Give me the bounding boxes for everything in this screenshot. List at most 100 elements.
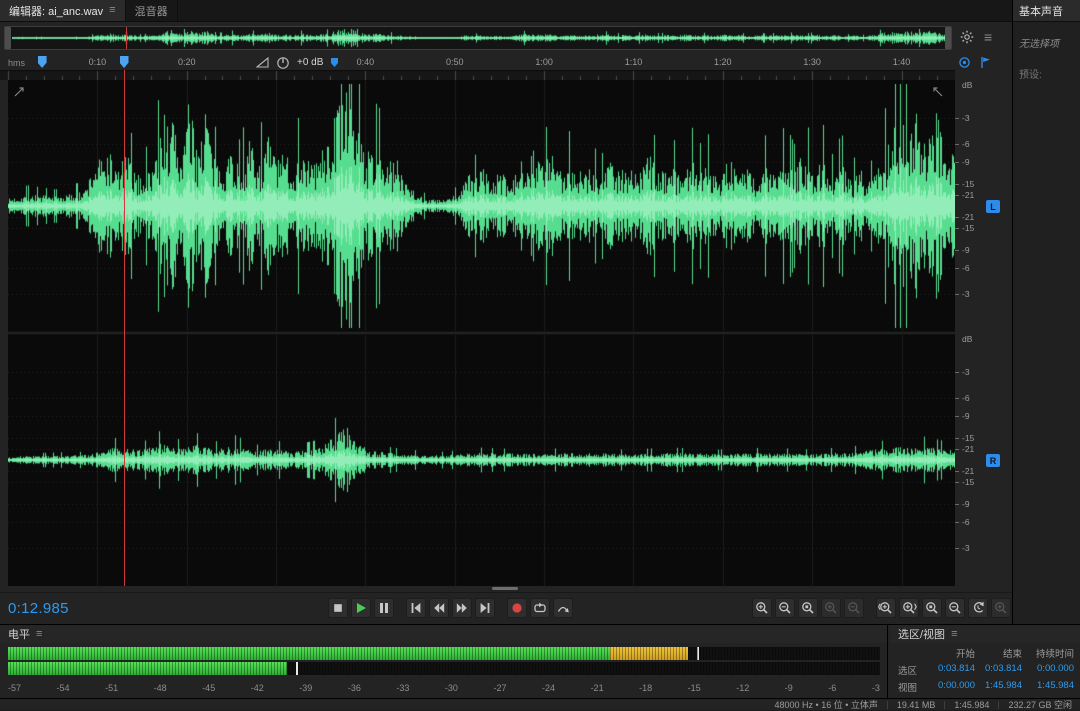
stop-button[interactable] <box>328 598 348 618</box>
overview-row: ≡ <box>0 22 1012 54</box>
meter-scale-label: -21 <box>591 683 604 693</box>
fade-icon[interactable] <box>256 57 269 68</box>
restore-default-zoom-button[interactable] <box>968 598 988 618</box>
waveform-editor[interactable]: dB-3-3-6-6-9-9-15-15-21-21LdB-3-3-6-6-9-… <box>0 80 1012 592</box>
fast-forward-button[interactable] <box>452 598 472 618</box>
tab-essential-sound[interactable]: 基本声音 <box>1013 0 1080 22</box>
zoom-out-icon <box>777 600 793 616</box>
meter-scale-label: -48 <box>154 683 167 693</box>
zoom-to-selection-time-button[interactable] <box>922 598 942 618</box>
fast-forward-icon <box>454 600 470 616</box>
panel-menu-icon[interactable]: ≡ <box>36 629 42 640</box>
status-free-space: 232.27 GB 空闲 <box>1008 698 1072 711</box>
loop-button[interactable] <box>530 598 550 618</box>
ruler-tick-label: 0:50 <box>446 57 464 67</box>
playhead-line <box>124 70 125 586</box>
skip-next-button[interactable] <box>475 598 495 618</box>
tab-editor[interactable]: 编辑器: ai_anc.wav ≡ <box>0 0 126 21</box>
selection-duration[interactable]: 0:00.000 <box>1022 663 1074 677</box>
hud-pin-icon[interactable] <box>330 57 339 68</box>
db-scale-label: -21 <box>962 467 974 476</box>
zoom-in-button[interactable] <box>752 598 772 618</box>
zoom-controls <box>752 598 1011 618</box>
hud-gain-value[interactable]: +0 dB <box>297 57 323 68</box>
db-scale-label: -15 <box>962 180 974 189</box>
ruler-tick-label: 1:30 <box>803 57 821 67</box>
meter-scale-label: -42 <box>251 683 264 693</box>
overview-waveform[interactable] <box>12 27 946 49</box>
timeline-ruler[interactable]: hms 0:100:200:400:501:001:101:201:301:40… <box>0 54 1012 80</box>
skip-previous-button[interactable] <box>406 598 426 618</box>
corner-adjust-icon[interactable] <box>14 84 24 102</box>
gain-knob-icon[interactable] <box>276 56 290 70</box>
panel-menu-icon[interactable]: ≡ <box>109 5 115 16</box>
overview-right-handle[interactable] <box>945 27 951 49</box>
spot-monitor-icon[interactable] <box>958 56 971 69</box>
ruler-tick-label: 0:10 <box>89 57 107 67</box>
db-tick-mark <box>955 416 959 417</box>
zoom-in-amplitude-icon <box>823 600 839 616</box>
marker-flag-icon[interactable] <box>979 56 992 69</box>
meter-scale-label: -3 <box>872 683 880 693</box>
ruler-tick-label: 0:20 <box>178 57 196 67</box>
zoom-in-at-in-point-button[interactable] <box>876 598 896 618</box>
db-tick-mark <box>955 184 959 185</box>
skip-selection-icon <box>555 600 571 616</box>
view-duration[interactable]: 1:45.984 <box>1022 680 1074 694</box>
rewind-button[interactable] <box>429 598 449 618</box>
zoom-to-selection-button[interactable] <box>798 598 818 618</box>
overview-left-handle[interactable] <box>5 27 11 49</box>
zoom-in-at-out-point-button[interactable] <box>899 598 919 618</box>
stop-icon <box>330 600 346 616</box>
panel-list-icon[interactable]: ≡ <box>984 30 992 44</box>
pause-button[interactable] <box>374 598 394 618</box>
zoom-in-at-in-point-icon <box>878 600 894 616</box>
play-button[interactable] <box>351 598 371 618</box>
corner-adjust-icon[interactable] <box>933 84 943 102</box>
db-tick-mark <box>955 504 959 505</box>
db-scale-label: -3 <box>962 368 970 377</box>
col-spacer <box>898 646 928 660</box>
playhead-marker[interactable] <box>120 56 129 68</box>
db-tick-mark <box>955 522 959 523</box>
status-bar: 48000 Hz • 16 位 • 立体声 19.41 MB 1:45.984 … <box>0 698 1080 710</box>
selection-start[interactable]: 0:03.814 <box>928 663 975 677</box>
skip-previous-icon <box>408 600 424 616</box>
db-tick-mark <box>955 449 959 450</box>
ruler-band[interactable] <box>0 70 955 80</box>
db-scale-label: -6 <box>962 264 970 273</box>
level-meters <box>8 647 880 677</box>
splitter-grip[interactable] <box>492 587 518 590</box>
db-tick-mark <box>955 144 959 145</box>
zoom-in-amplitude-button[interactable] <box>821 598 841 618</box>
ruler-tick-label: 1:10 <box>625 57 643 67</box>
zoom-out-amplitude-button[interactable] <box>844 598 864 618</box>
levels-panel-header: 电平 ≡ <box>0 625 887 643</box>
zoom-out-amplitude-icon <box>846 600 862 616</box>
panel-menu-icon[interactable]: ≡ <box>951 629 957 640</box>
playhead-time-display[interactable]: 0:12.985 <box>8 600 69 617</box>
db-scale-label: -21 <box>962 213 974 222</box>
channel-badge-R[interactable]: R <box>986 454 1000 467</box>
zoom-extra-button[interactable] <box>991 598 1011 618</box>
db-scale-label: -9 <box>962 158 970 167</box>
waveform-canvas[interactable] <box>8 80 955 586</box>
zoom-out-full-button[interactable] <box>945 598 965 618</box>
db-tick-mark <box>955 195 959 196</box>
tab-mixer[interactable]: 混音器 <box>126 0 178 21</box>
view-end[interactable]: 1:45.984 <box>975 680 1022 694</box>
zoom-out-button[interactable] <box>775 598 795 618</box>
essential-sound-empty-text: 无选择项 <box>1019 35 1074 50</box>
db-scale-label: -15 <box>962 478 974 487</box>
selection-end[interactable]: 0:03.814 <box>975 663 1022 677</box>
record-button[interactable] <box>507 598 527 618</box>
settings-gear-icon[interactable] <box>960 30 974 44</box>
skip-selection-button[interactable] <box>553 598 573 618</box>
selection-marker[interactable] <box>38 56 47 68</box>
view-start[interactable]: 0:00.000 <box>928 680 975 694</box>
meter-scale-label: -45 <box>202 683 215 693</box>
channel-badge-L[interactable]: L <box>986 200 1000 213</box>
db-tick-mark <box>955 217 959 218</box>
skip-next-icon <box>477 600 493 616</box>
overview-navigator[interactable] <box>4 26 952 50</box>
